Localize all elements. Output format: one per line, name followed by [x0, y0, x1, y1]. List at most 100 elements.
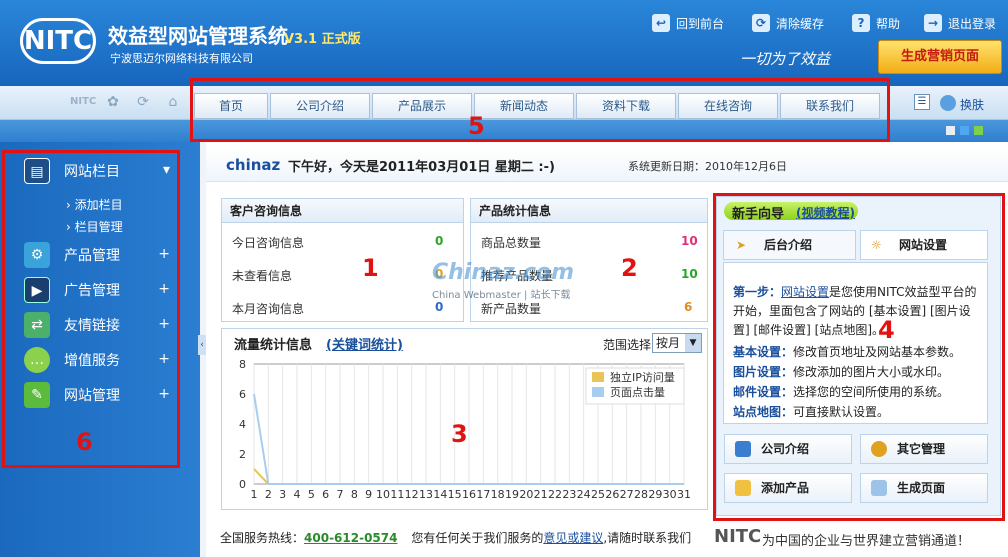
back-to-front-link[interactable]: ↩ 回到前台 — [652, 12, 724, 34]
x-tick-label: 18 — [491, 488, 505, 501]
logout-icon: → — [924, 14, 942, 32]
watermark-subtitle: China Webmaster | 站长下载 — [432, 290, 571, 301]
x-tick-label: 23 — [562, 488, 576, 501]
x-tick-label: 2 — [265, 488, 272, 501]
list-icon[interactable]: ☰ — [914, 94, 930, 110]
help-link[interactable]: ? 帮助 — [852, 12, 900, 34]
x-tick-label: 17 — [476, 488, 490, 501]
small-logo: NITC — [70, 96, 97, 107]
x-tick-label: 7 — [337, 488, 344, 501]
skin-link[interactable]: 换肤 — [960, 96, 984, 113]
username: chinaz — [226, 156, 281, 174]
annotation-box-nav — [190, 78, 890, 142]
x-tick-label: 10 — [376, 488, 390, 501]
keyword-stats-link[interactable]: (关键词统计) — [326, 334, 403, 353]
row-label: 新产品数量 — [481, 302, 542, 316]
home-icon[interactable]: ⌂ — [164, 93, 182, 111]
x-tick-label: 27 — [620, 488, 634, 501]
row-value: 10 — [681, 234, 698, 248]
clear-cache-link[interactable]: ⟳ 清除缓存 — [752, 12, 824, 34]
settings-icon[interactable]: ✿ — [104, 93, 122, 111]
legend-label: 页面点击量 — [610, 386, 665, 399]
row-label: 商品总数量 — [481, 236, 542, 250]
slogan: 一切为了效益 — [740, 50, 831, 68]
row-label: 本月咨询信息 — [232, 302, 305, 316]
x-tick-label: 14 — [433, 488, 447, 501]
back-icon: ↩ — [652, 14, 670, 32]
logout-link[interactable]: → 退出登录 — [924, 12, 996, 34]
annotation-number: 2 — [621, 254, 638, 282]
x-tick-label: 31 — [677, 488, 691, 501]
annotation-number: 1 — [362, 254, 379, 282]
annotation-box-guide — [713, 193, 1005, 521]
range-label: 范围选择 — [603, 338, 652, 352]
refresh-icon[interactable]: ⟳ — [134, 93, 152, 111]
x-tick-label: 6 — [322, 488, 329, 501]
sidebar-collapse-handle[interactable]: ‹ — [198, 335, 206, 355]
x-tick-label: 20 — [519, 488, 533, 501]
x-tick-label: 9 — [365, 488, 372, 501]
x-tick-label: 28 — [634, 488, 648, 501]
footer-text: 全国服务热线：400-612-0574 您有任何关于我们服务的意见或建议,请随时… — [220, 531, 692, 545]
y-tick-label: 6 — [239, 388, 246, 401]
row-value: 0 — [435, 300, 444, 314]
update-date: 系统更新日期：2010年12月6日 — [628, 160, 787, 173]
x-tick-label: 11 — [390, 488, 404, 501]
row-value: 0 — [435, 234, 444, 248]
x-tick-label: 16 — [462, 488, 476, 501]
feedback-link[interactable]: 意见或建议 — [543, 531, 603, 545]
clear-cache-icon: ⟳ — [752, 14, 770, 32]
x-tick-label: 19 — [505, 488, 519, 501]
x-tick-label: 4 — [294, 488, 301, 501]
y-tick-label: 0 — [239, 478, 246, 491]
x-tick-label: 26 — [605, 488, 619, 501]
row-label: 未查看信息 — [232, 269, 293, 283]
x-tick-label: 13 — [419, 488, 433, 501]
x-tick-label: 25 — [591, 488, 605, 501]
x-tick-label: 1 — [251, 488, 258, 501]
x-tick-label: 5 — [308, 488, 315, 501]
row-label: 今日咨询信息 — [232, 236, 305, 250]
footer-logo: NITC — [714, 526, 762, 547]
customer-info-panel: 客户咨询信息 今日咨询信息 0 未查看信息 0 本月咨询信息 0 — [221, 198, 464, 322]
annotation-number: 5 — [468, 112, 485, 140]
x-tick-label: 30 — [663, 488, 677, 501]
x-tick-label: 15 — [448, 488, 462, 501]
watermark-logo: Chinaz.com — [432, 260, 575, 285]
annotation-number: 4 — [878, 316, 895, 344]
panel-title: 产品统计信息 — [471, 199, 707, 223]
nitc-logo: NITC — [20, 18, 96, 64]
x-tick-label: 8 — [351, 488, 358, 501]
skin-swatch-green[interactable] — [974, 126, 983, 135]
x-tick-label: 29 — [648, 488, 662, 501]
row-value: 6 — [684, 300, 693, 314]
annotation-number: 6 — [76, 428, 93, 456]
app-version: V3.1 正式版 — [284, 32, 361, 47]
x-tick-label: 24 — [577, 488, 591, 501]
skin-swatch-gray[interactable] — [946, 126, 955, 135]
panel-title: 客户咨询信息 — [222, 199, 463, 223]
generate-marketing-page-button[interactable]: 生成营销页面 — [878, 40, 1002, 74]
legend-label: 独立IP访问量 — [610, 370, 675, 384]
legend-swatch — [592, 372, 604, 382]
help-icon: ? — [852, 14, 870, 32]
footer-slogan: 为中国的企业与世界建立营销通道！ — [762, 534, 971, 549]
range-select[interactable]: 按月 ▼ — [652, 333, 702, 353]
y-tick-label: 4 — [239, 418, 246, 431]
x-tick-label: 22 — [548, 488, 562, 501]
skin-icon — [940, 95, 956, 111]
hotline-number[interactable]: 400-612-0574 — [304, 531, 397, 545]
annotation-box-sidebar — [2, 150, 180, 468]
row-value: 10 — [681, 267, 698, 281]
y-tick-label: 8 — [239, 358, 246, 371]
y-tick-label: 2 — [239, 448, 246, 461]
x-tick-label: 3 — [279, 488, 286, 501]
traffic-title: 流量统计信息 — [234, 338, 313, 353]
app-title: 效益型网站管理系统 — [108, 24, 288, 48]
x-tick-label: 21 — [534, 488, 548, 501]
chevron-down-icon: ▼ — [685, 334, 701, 352]
greeting: 下午好，今天是2011年03月01日 星期二 :-) — [288, 160, 555, 175]
skin-swatch-blue[interactable] — [960, 126, 969, 135]
x-tick-label: 12 — [405, 488, 419, 501]
company-name: 宁波思迈尔网络科技有限公司 — [110, 52, 253, 65]
